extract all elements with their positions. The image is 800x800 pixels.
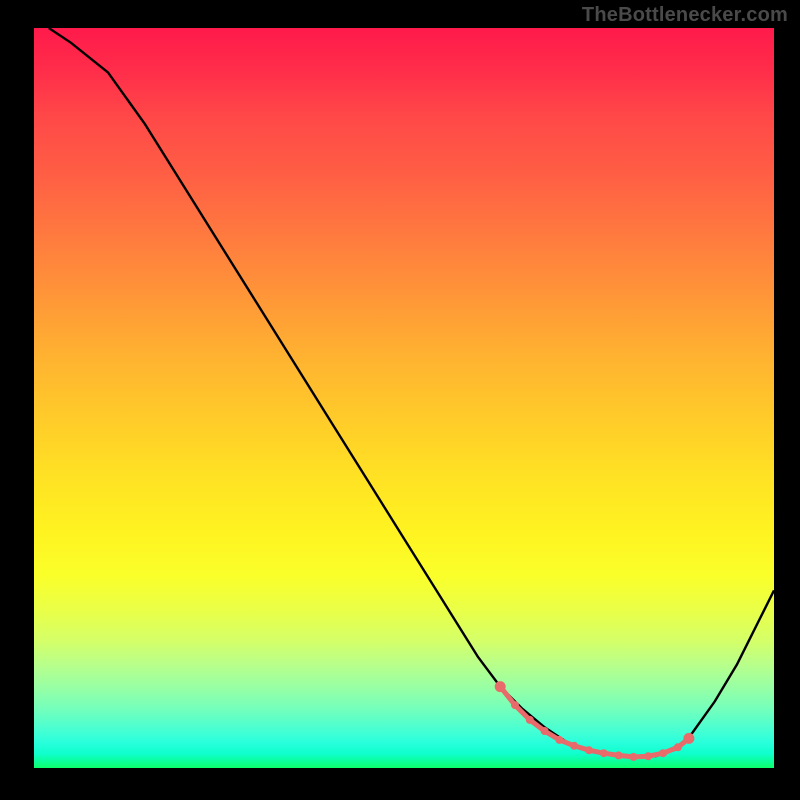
- plot-area: [34, 28, 774, 768]
- bottleneck-curve: [49, 28, 774, 757]
- marker-dot: [615, 751, 623, 759]
- marker-dot: [511, 701, 519, 709]
- marker-dot: [683, 733, 694, 744]
- watermark-text: TheBottlenecker.com: [582, 4, 788, 27]
- marker-dot: [555, 736, 563, 744]
- marker-dot: [600, 749, 608, 757]
- marker-dot: [644, 752, 652, 760]
- curve-path: [49, 28, 774, 757]
- marker-dot: [629, 753, 637, 761]
- curve-markers: [495, 681, 695, 761]
- chart-frame: TheBottlenecker.com: [0, 0, 800, 800]
- marker-dot: [570, 742, 578, 750]
- marker-dot: [526, 716, 534, 724]
- marker-dot: [674, 743, 682, 751]
- marker-dot: [495, 681, 506, 692]
- marker-dot: [541, 727, 549, 735]
- curve-layer: [34, 28, 774, 768]
- marker-dot: [585, 746, 593, 754]
- marker-dot: [659, 749, 667, 757]
